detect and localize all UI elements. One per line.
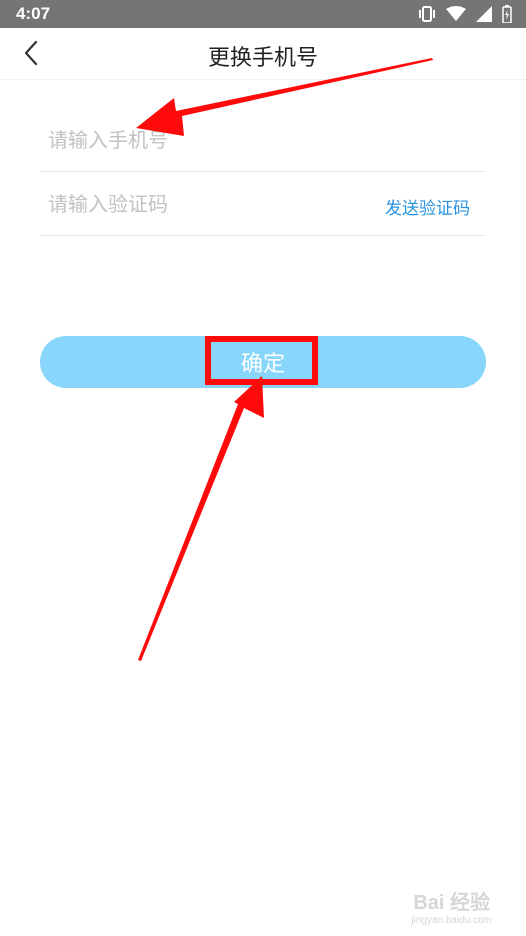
confirm-button[interactable]: 确定 bbox=[40, 336, 486, 388]
code-field-row: 发送验证码 bbox=[40, 172, 486, 236]
signal-icon bbox=[476, 6, 492, 22]
status-bar: 4:07 bbox=[0, 0, 526, 28]
arrow-to-confirm-button bbox=[138, 376, 264, 661]
status-icons bbox=[418, 5, 512, 23]
page-title: 更换手机号 bbox=[207, 46, 318, 71]
watermark-url: jingyan.baidu.com bbox=[411, 915, 492, 926]
battery-icon bbox=[502, 5, 512, 23]
phone-input[interactable] bbox=[48, 122, 368, 158]
phone-field-row bbox=[40, 108, 486, 172]
status-time: 4:07 bbox=[16, 4, 51, 23]
verification-code-input[interactable] bbox=[48, 186, 368, 222]
wifi-icon bbox=[446, 6, 466, 22]
watermark: Bai 经验 jingyan.baidu.com bbox=[411, 886, 492, 926]
watermark-brand: Bai 经验 bbox=[413, 892, 491, 914]
vibrate-icon bbox=[418, 6, 436, 22]
nav-bar: 更换手机号 bbox=[0, 28, 526, 80]
send-code-button[interactable]: 发送验证码 bbox=[385, 194, 470, 219]
